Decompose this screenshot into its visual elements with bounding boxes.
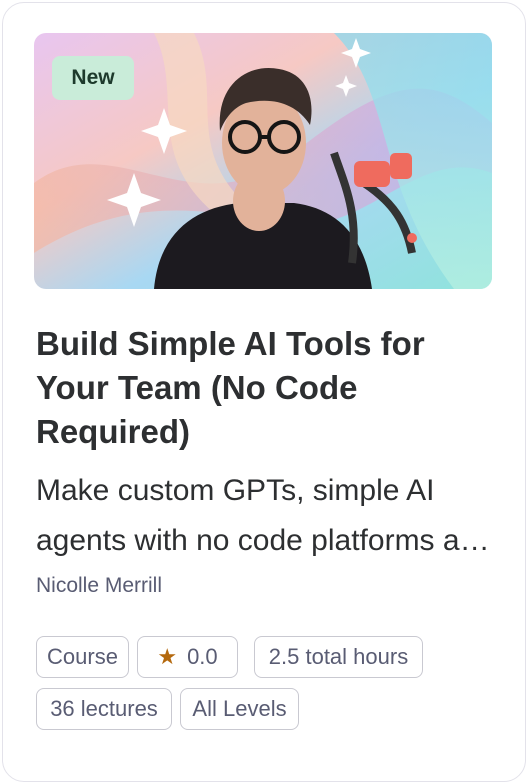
instructor-name: Nicolle Merrill [36,574,163,597]
new-badge: New [52,56,134,100]
lectures-tag: 36 lectures [36,688,172,730]
course-type-label: Course [47,644,118,669]
course-subtitle: Make custom GPTs, simple AI agents with … [36,474,493,557]
lectures-label: 36 lectures [50,696,158,721]
rating-value: 0.0 [187,644,218,669]
star-icon: ★ [157,644,178,669]
rating-tag: ★ 0.0 [137,636,238,678]
level-label: All Levels [192,696,287,721]
duration-tag: 2.5 total hours [254,636,423,678]
course-title[interactable]: Build Simple AI Tools for Your Team (No … [36,322,496,454]
duration-label: 2.5 total hours [268,644,409,669]
level-tag: All Levels [180,688,299,730]
course-type-tag: Course [36,636,129,678]
